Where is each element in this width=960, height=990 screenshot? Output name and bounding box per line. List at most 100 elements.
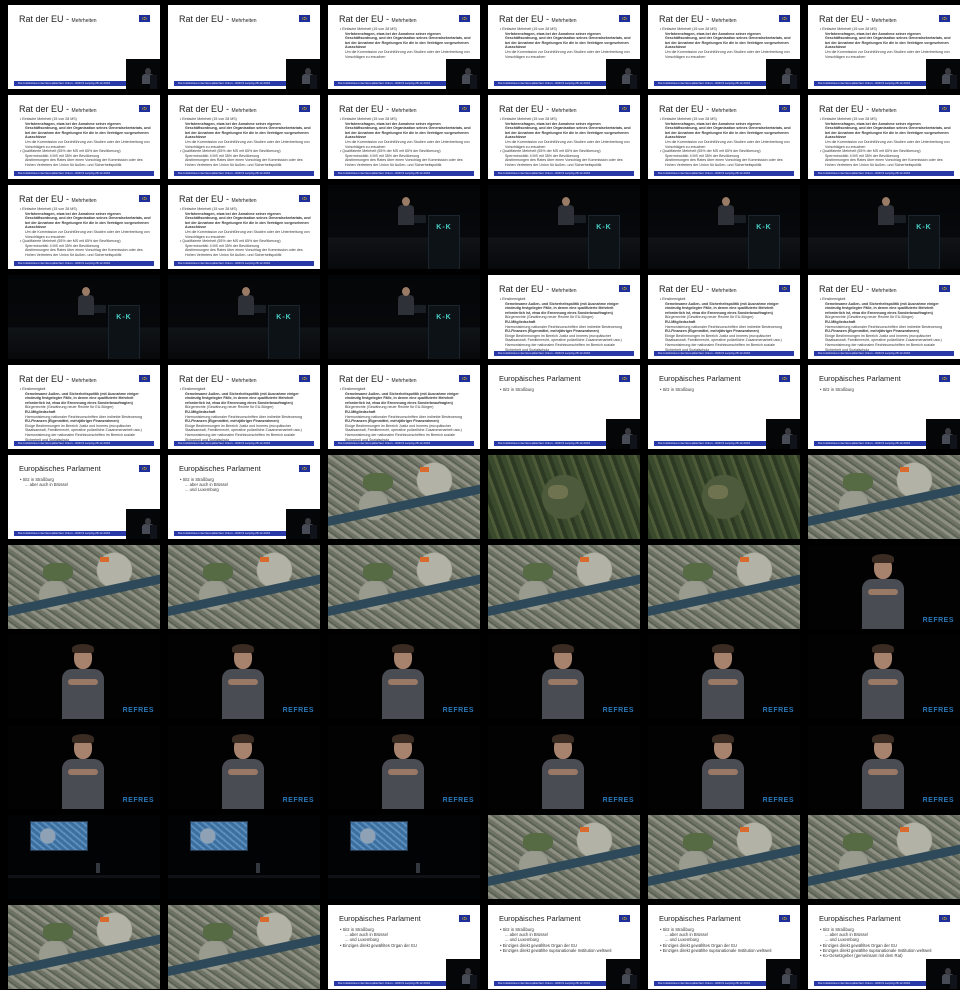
slide-body: • Einfache Mehrheit (15 von 28 MS) Verfa… — [500, 117, 631, 167]
slide-thumbnail[interactable]: Europäisches Parlament • Sitz in Straßbu… — [8, 455, 160, 539]
slide-title: Rat der EU - Mehrheiten — [19, 14, 97, 24]
speaker-torso — [382, 759, 424, 809]
speaker-closeup-frame[interactable]: REFRES — [808, 635, 960, 719]
slide-thumbnail[interactable]: Europäisches Parlament • Sitz in Straßbu… — [488, 905, 640, 989]
slide-footer: Die Institutionen der Europäischen Union… — [174, 441, 314, 446]
slide-thumbnail[interactable]: Rat der EU - Mehrheiten • Einfache Mehrh… — [648, 5, 800, 89]
slide-body: • Sitz in Straßburg — [660, 387, 792, 392]
river — [168, 931, 320, 978]
speaker-closeup-frame[interactable]: REFRES — [648, 635, 800, 719]
slide-thumbnail[interactable]: Rat der EU - Mehrheiten • Einfache Mehrh… — [168, 185, 320, 269]
speaker-closeup-frame[interactable]: REFRES — [8, 725, 160, 809]
speaker-closeup-frame[interactable]: REFRES — [168, 725, 320, 809]
aerial-map-frame[interactable] — [808, 815, 960, 899]
slide-body: • Einstimmigkeit Gemeinsame Außen- und S… — [20, 387, 143, 442]
aerial-map-frame[interactable] — [488, 815, 640, 899]
slide-thumbnail[interactable]: Europäisches Parlament • Sitz in Straßbu… — [648, 365, 800, 449]
slide-thumbnail[interactable]: Rat der EU - Mehrheiten • Einfache Mehrh… — [8, 95, 160, 179]
aerial-map-frame[interactable] — [328, 455, 480, 539]
slide-thumbnail[interactable]: Rat der EU - Mehrheiten • Einstimmigkeit… — [488, 275, 640, 359]
speaker-closeup-frame[interactable]: REFRES — [168, 635, 320, 719]
eu-flag-icon — [939, 105, 950, 112]
eu-flag-icon — [139, 465, 150, 472]
speaker-inset — [446, 59, 480, 89]
brand-logo: REFRES — [762, 707, 794, 714]
aerial-map-frame[interactable] — [648, 455, 800, 539]
aerial-map-frame[interactable] — [168, 905, 320, 989]
speaker-closeup-frame[interactable]: REFRES — [488, 635, 640, 719]
aerial-map-frame[interactable] — [648, 815, 800, 899]
lectern-logo: K-K — [276, 314, 292, 321]
aerial-map-frame[interactable] — [8, 905, 160, 989]
stage-video-frame[interactable]: K-K — [488, 185, 640, 269]
slide-thumbnail[interactable]: Rat der EU - Mehrheiten Die Institutione… — [168, 5, 320, 89]
slide-thumbnail[interactable]: Rat der EU - Mehrheiten • Einstimmigkeit… — [8, 365, 160, 449]
slide-title: Rat der EU - Mehrheiten — [19, 374, 97, 384]
aerial-map-frame[interactable] — [8, 545, 160, 629]
slide-body: • Einfache Mehrheit (15 von 28 MS) Verfa… — [20, 207, 151, 257]
stage-video-frame[interactable]: K-K — [168, 275, 320, 359]
aerial-map-frame[interactable] — [648, 545, 800, 629]
slide-thumbnail[interactable]: Rat der EU - Mehrheiten • Einfache Mehrh… — [808, 5, 960, 89]
lectern: K-K — [108, 305, 140, 359]
aerial-map-frame[interactable] — [488, 455, 640, 539]
aerial-map-frame[interactable] — [808, 455, 960, 539]
eu-flag-icon — [459, 15, 470, 22]
speaker-closeup-frame[interactable]: REFRES — [808, 545, 960, 629]
speaker-closeup-frame[interactable]: REFRES — [328, 725, 480, 809]
lectern-logo: K-K — [916, 224, 932, 231]
stage-video-frame[interactable]: K-K — [8, 275, 160, 359]
river — [808, 841, 960, 888]
slide-thumbnail[interactable]: Rat der EU - Mehrheiten • Einfache Mehrh… — [488, 95, 640, 179]
speaker-closeup-frame[interactable]: REFRES — [488, 725, 640, 809]
venue-wide-frame[interactable] — [168, 815, 320, 899]
stage-video-frame[interactable]: K-K — [808, 185, 960, 269]
slide-thumbnail[interactable]: Europäisches Parlament • Sitz in Straßbu… — [808, 905, 960, 989]
aerial-map-frame[interactable] — [328, 545, 480, 629]
park-area — [203, 563, 233, 581]
lectern: K-K — [588, 215, 620, 269]
speaker-hands — [388, 679, 418, 685]
slide-thumbnail[interactable]: Rat der EU - Mehrheiten • Einstimmigkeit… — [168, 365, 320, 449]
slide-thumbnail[interactable]: Europäisches Parlament • Sitz in Straßbu… — [808, 365, 960, 449]
slide-thumbnail[interactable]: Rat der EU - Mehrheiten • Einfache Mehrh… — [168, 95, 320, 179]
venue-wide-frame[interactable] — [8, 815, 160, 899]
speaker-hands — [548, 679, 578, 685]
venue-wide-frame[interactable] — [328, 815, 480, 899]
slide-thumbnail[interactable]: Europäisches Parlament • Sitz in Straßbu… — [488, 365, 640, 449]
monitor — [734, 215, 746, 223]
speaker-figure — [238, 287, 254, 315]
slide-thumbnail[interactable]: Rat der EU - Mehrheiten • Einfache Mehrh… — [328, 5, 480, 89]
aerial-map-frame[interactable] — [488, 545, 640, 629]
slide-thumbnail[interactable]: Rat der EU - Mehrheiten • Einstimmigkeit… — [648, 275, 800, 359]
slide-thumbnail[interactable]: Rat der EU - Mehrheiten • Einfache Mehrh… — [488, 5, 640, 89]
monitor — [574, 215, 586, 223]
stage-video-frame[interactable]: K-K — [328, 185, 480, 269]
slide-footer: Die Institutionen der Europäischen Union… — [814, 351, 954, 356]
speaker-closeup-frame[interactable]: REFRES — [8, 635, 160, 719]
slide-thumbnail[interactable]: Europäisches Parlament • Sitz in Straßbu… — [168, 455, 320, 539]
slide-body: • Sitz in Straßburg — [820, 387, 952, 392]
slide-thumbnail[interactable]: Europäisches Parlament • Sitz in Straßbu… — [648, 905, 800, 989]
aerial-map-frame[interactable] — [168, 545, 320, 629]
speaker-hands — [708, 769, 738, 775]
slide-thumbnail[interactable]: Rat der EU - Mehrheiten • Einfache Mehrh… — [328, 95, 480, 179]
slide-thumbnail[interactable]: Rat der EU - Mehrheiten Die Institutione… — [8, 5, 160, 89]
speaker-closeup-frame[interactable]: REFRES — [808, 725, 960, 809]
slide-body: • Einfache Mehrheit (15 von 28 MS) Verfa… — [660, 117, 791, 167]
park-area — [363, 563, 393, 581]
slide-thumbnail[interactable]: Rat der EU - Mehrheiten • Einfache Mehrh… — [808, 95, 960, 179]
slide-thumbnail[interactable]: Rat der EU - Mehrheiten • Einstimmigkeit… — [328, 365, 480, 449]
slide-footer: Die Institutionen der Europäischen Union… — [494, 171, 634, 176]
slide-thumbnail[interactable]: Rat der EU - Mehrheiten • Einstimmigkeit… — [808, 275, 960, 359]
speaker-closeup-frame[interactable]: REFRES — [328, 635, 480, 719]
slide-thumbnail[interactable]: Europäisches Parlament • Sitz in Straßbu… — [328, 905, 480, 989]
speaker-closeup-frame[interactable]: REFRES — [648, 725, 800, 809]
stage-video-frame[interactable]: K-K — [328, 275, 480, 359]
slide-thumbnail[interactable]: Rat der EU - Mehrheiten • Einfache Mehrh… — [648, 95, 800, 179]
slide-thumbnail[interactable]: Rat der EU - Mehrheiten • Einfache Mehrh… — [8, 185, 160, 269]
brand-logo: REFRES — [922, 617, 954, 624]
speaker-hair — [872, 644, 894, 653]
park-area — [523, 563, 553, 581]
stage-video-frame[interactable]: K-K — [648, 185, 800, 269]
